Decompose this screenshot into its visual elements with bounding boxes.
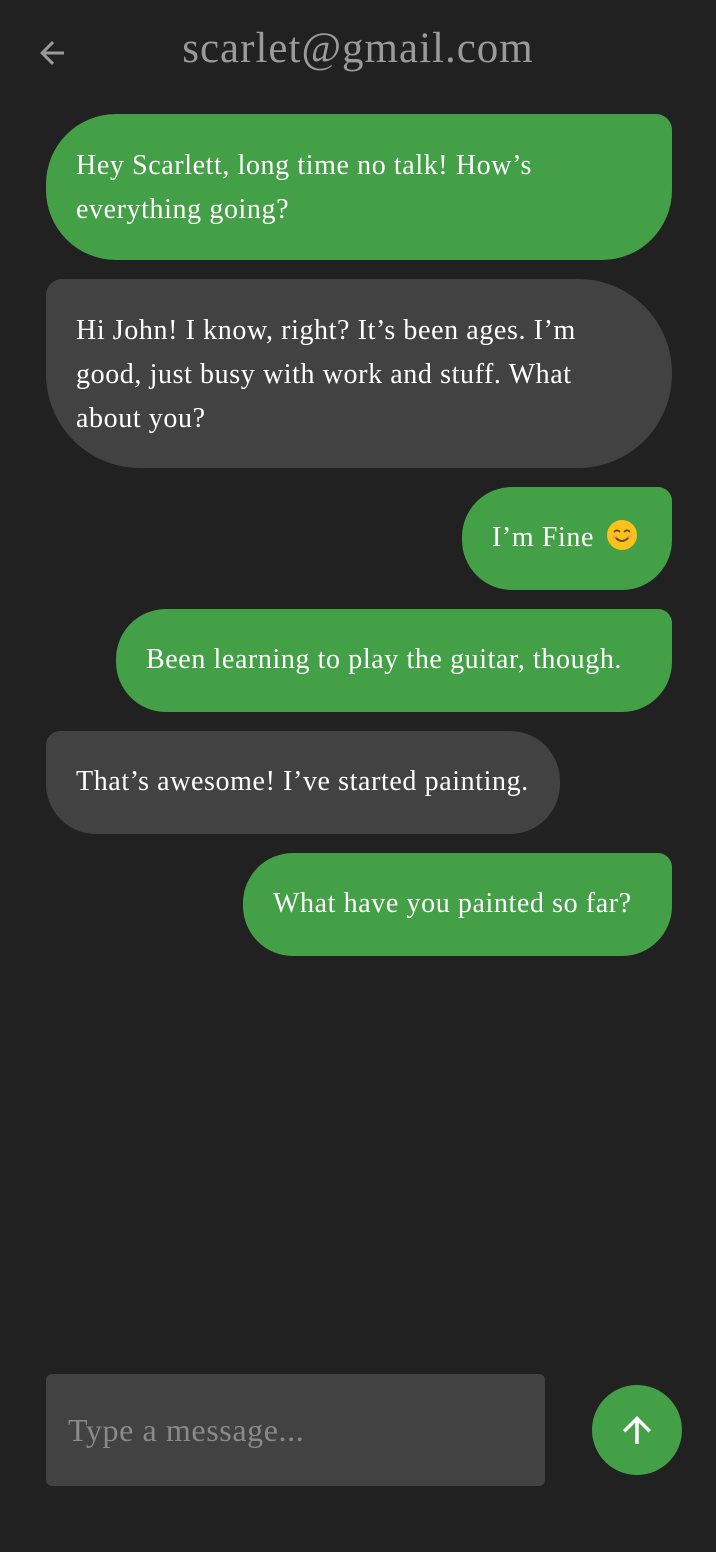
chat-title: scarlet@gmail.com xyxy=(182,25,534,72)
message-text: I’m Fine xyxy=(492,522,595,553)
arrow-up-icon xyxy=(623,1416,651,1444)
message-bubble-sent: I’m Fine xyxy=(462,487,672,590)
smiling-face-icon xyxy=(606,520,637,550)
message-bubble-received: Hi John! I know, right? It’s been ages. … xyxy=(46,279,672,468)
message-text: That’s awesome! I’ve started painting. xyxy=(76,766,529,797)
message-text: What have you painted so far? xyxy=(273,888,632,919)
message-text: Hey Scarlett, long time no talk! How’s e… xyxy=(76,150,532,225)
message-text: Been learning to play the guitar, though… xyxy=(146,644,623,675)
message-bubble-sent: Hey Scarlett, long time no talk! How’s e… xyxy=(46,114,672,260)
message-bubble-sent: Been learning to play the guitar, though… xyxy=(116,609,672,712)
message-bubble-received: That’s awesome! I’ve started painting. xyxy=(46,731,560,834)
send-button[interactable] xyxy=(592,1385,682,1475)
message-input[interactable] xyxy=(46,1374,545,1486)
chat-header: scarlet@gmail.com xyxy=(0,0,716,108)
message-bubble-sent: What have you painted so far? xyxy=(243,853,672,956)
message-text: Hi John! I know, right? It’s been ages. … xyxy=(76,315,576,434)
